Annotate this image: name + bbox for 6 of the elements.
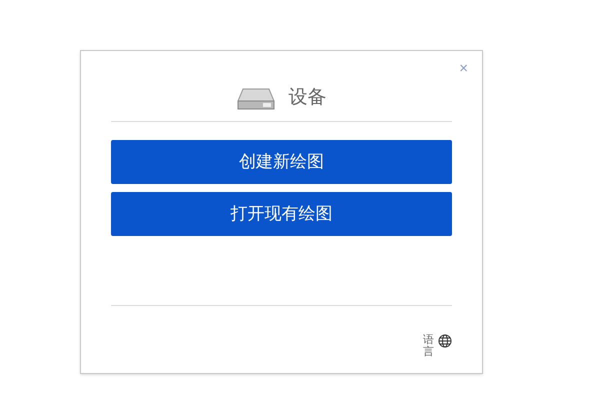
globe-icon[interactable] bbox=[438, 334, 452, 348]
dialog-title: 设备 bbox=[288, 86, 326, 110]
action-button[interactable]: 创建新绘图 bbox=[111, 140, 452, 184]
action-button[interactable]: 打开现有绘图 bbox=[111, 192, 452, 236]
hard-drive-icon bbox=[236, 86, 274, 110]
language-label[interactable]: 语言 bbox=[423, 334, 434, 358]
